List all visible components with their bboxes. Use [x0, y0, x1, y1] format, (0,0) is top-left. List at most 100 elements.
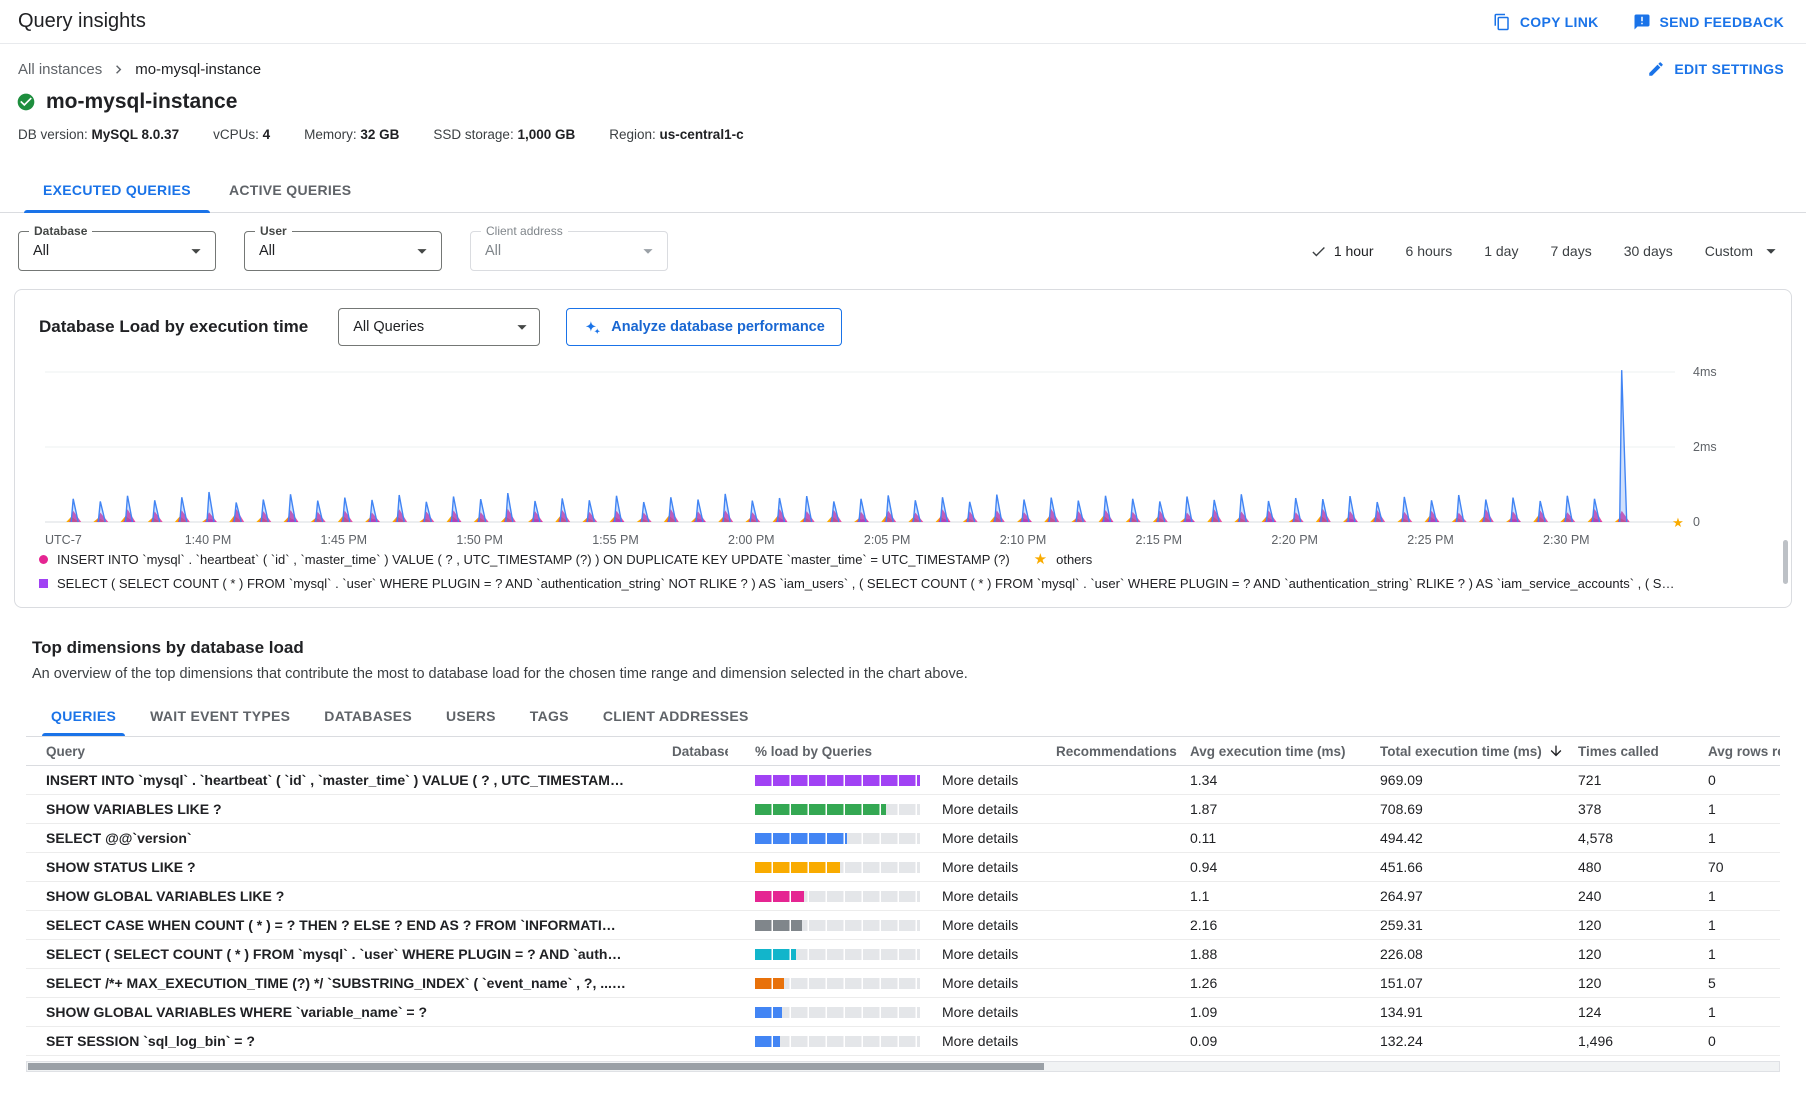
times-called: 4,578	[1566, 830, 1696, 846]
column-header-times-called[interactable]: Times called	[1566, 744, 1696, 759]
legend-circle-swatch	[39, 555, 48, 564]
column-header-database[interactable]: Database	[646, 744, 728, 759]
queries-filter-value: All Queries	[353, 319, 424, 335]
more-details-link[interactable]: More details	[920, 1004, 1030, 1020]
more-details-link[interactable]: More details	[920, 975, 1030, 991]
times-called: 120	[1566, 975, 1696, 991]
more-details-link[interactable]: More details	[920, 772, 1030, 788]
legend-star-icon: ★	[1034, 552, 1047, 567]
breadcrumb-row: All instances mo-mysql-instance EDIT SET…	[0, 44, 1806, 78]
query-text: SELECT /*+ MAX_EXECUTION_TIME (?) */ `SU…	[46, 975, 646, 991]
copy-link-label: COPY LINK	[1520, 14, 1599, 30]
avg-execution-time: 1.1	[1178, 888, 1368, 904]
user-filter-label: User	[255, 224, 292, 238]
time-range-7-days[interactable]: 7 days	[1550, 243, 1591, 259]
legend-row: INSERT INTO `mysql` . `heartbeat` ( `id`…	[39, 552, 1767, 567]
column-header-query[interactable]: Query	[46, 744, 646, 759]
query-text: SHOW VARIABLES LIKE ?	[46, 801, 646, 817]
send-feedback-button[interactable]: SEND FEEDBACK	[1633, 13, 1784, 31]
column-header-avg-rows-returned[interactable]: Avg rows returned	[1696, 744, 1780, 759]
avg-rows-returned: 0	[1696, 1033, 1780, 1049]
chevron-right-icon	[110, 61, 127, 78]
instance-detail-memory: Memory: 32 GB	[304, 127, 399, 142]
table-row: INSERT INTO `mysql` . `heartbeat` ( `id`…	[26, 766, 1780, 795]
column-header-recommendations[interactable]: Recommendations	[1030, 744, 1178, 759]
analyze-button-label: Analyze database performance	[611, 319, 825, 335]
feedback-icon	[1633, 13, 1651, 31]
dim-tab-queries[interactable]: QUERIES	[34, 696, 133, 736]
load-bar	[755, 920, 920, 931]
time-range-label: Custom	[1705, 243, 1753, 259]
instance-detail-region: Region: us-central1-c	[609, 127, 743, 142]
query-text: SHOW STATUS LIKE ?	[46, 859, 646, 875]
tab-executed-queries[interactable]: EXECUTED QUERIES	[24, 168, 210, 212]
edit-icon	[1647, 60, 1665, 78]
avg-rows-returned: 1	[1696, 888, 1780, 904]
load-bar-fill	[755, 920, 802, 931]
load-chart[interactable]: 4ms2ms0★UTC-71:40 PM1:45 PM1:50 PM1:55 P…	[39, 354, 1765, 550]
load-bar-fill	[755, 978, 784, 989]
page-title: Query insights	[18, 10, 146, 33]
svg-text:1:40 PM: 1:40 PM	[185, 533, 232, 547]
avg-rows-returned: 1	[1696, 830, 1780, 846]
dim-tab-users[interactable]: USERS	[429, 696, 513, 736]
load-bar-fill	[755, 804, 886, 815]
load-cell	[728, 1036, 920, 1047]
queries-filter-select[interactable]: All Queries	[338, 308, 540, 346]
client-address-filter-label: Client address	[481, 224, 568, 238]
more-details-link[interactable]: More details	[920, 801, 1030, 817]
more-details-link[interactable]: More details	[920, 830, 1030, 846]
more-details-link[interactable]: More details	[920, 946, 1030, 962]
load-bar	[755, 949, 920, 960]
times-called: 120	[1566, 917, 1696, 933]
section-title: Top dimensions by database load	[26, 638, 1780, 658]
total-execution-time: 134.91	[1368, 1004, 1566, 1020]
dim-tab-tags[interactable]: TAGS	[513, 696, 586, 736]
time-range-6-hours[interactable]: 6 hours	[1406, 243, 1453, 259]
more-details-link[interactable]: More details	[920, 1033, 1030, 1049]
svg-text:1:55 PM: 1:55 PM	[592, 533, 639, 547]
copy-link-button[interactable]: COPY LINK	[1493, 13, 1599, 31]
edit-settings-button[interactable]: EDIT SETTINGS	[1647, 60, 1784, 78]
database-filter-select[interactable]: Database All	[18, 231, 216, 271]
chart-vertical-scrollbar[interactable]	[1783, 540, 1788, 584]
detail-value: 4	[263, 127, 271, 142]
tab-active-queries[interactable]: ACTIVE QUERIES	[210, 168, 370, 212]
breadcrumb-all-instances[interactable]: All instances	[18, 61, 102, 78]
time-range-30-days[interactable]: 30 days	[1624, 243, 1673, 259]
column-header-total-execution-time-ms[interactable]: Total execution time (ms)	[1368, 743, 1566, 759]
load-cell	[728, 920, 920, 931]
avg-execution-time: 0.11	[1178, 830, 1368, 846]
column-header-load-by-queries[interactable]: % load by Queries	[728, 744, 920, 759]
queries-table: QueryDatabase% load by Queries Recommenda…	[26, 736, 1780, 1056]
horizontal-scrollbar-thumb[interactable]	[28, 1063, 1044, 1070]
more-details-link[interactable]: More details	[920, 859, 1030, 875]
dim-tab-wait-event-types[interactable]: WAIT EVENT TYPES	[133, 696, 307, 736]
svg-text:2:10 PM: 2:10 PM	[1000, 533, 1047, 547]
more-details-link[interactable]: More details	[920, 888, 1030, 904]
horizontal-scrollbar[interactable]	[26, 1061, 1780, 1072]
column-header-avg-execution-time-ms[interactable]: Avg execution time (ms)	[1178, 744, 1368, 759]
legend-label: others	[1056, 552, 1092, 567]
load-cell	[728, 891, 920, 902]
dim-tab-databases[interactable]: DATABASES	[307, 696, 429, 736]
user-filter-select[interactable]: User All	[244, 231, 442, 271]
detail-label: Memory:	[304, 127, 360, 142]
svg-text:1:45 PM: 1:45 PM	[321, 533, 368, 547]
time-range-1-day[interactable]: 1 day	[1484, 243, 1518, 259]
svg-text:★: ★	[1672, 515, 1684, 530]
analyze-database-performance-button[interactable]: Analyze database performance	[566, 308, 842, 346]
time-range-custom[interactable]: Custom	[1705, 240, 1782, 262]
dimension-tabs: QUERIESWAIT EVENT TYPESDATABASESUSERSTAG…	[26, 696, 1780, 736]
times-called: 120	[1566, 946, 1696, 962]
section-subtitle: An overview of the top dimensions that c…	[26, 666, 1780, 682]
times-called: 124	[1566, 1004, 1696, 1020]
more-details-link[interactable]: More details	[920, 917, 1030, 933]
svg-text:2:00 PM: 2:00 PM	[728, 533, 775, 547]
times-called: 480	[1566, 859, 1696, 875]
time-range-1-hour[interactable]: 1 hour	[1310, 243, 1374, 260]
svg-text:2ms: 2ms	[1693, 440, 1717, 454]
dim-tab-client-addresses[interactable]: CLIENT ADDRESSES	[586, 696, 766, 736]
table-row: SHOW GLOBAL VARIABLES WHERE `variable_na…	[26, 998, 1780, 1027]
instance-detail-db-version: DB version: MySQL 8.0.37	[18, 127, 179, 142]
